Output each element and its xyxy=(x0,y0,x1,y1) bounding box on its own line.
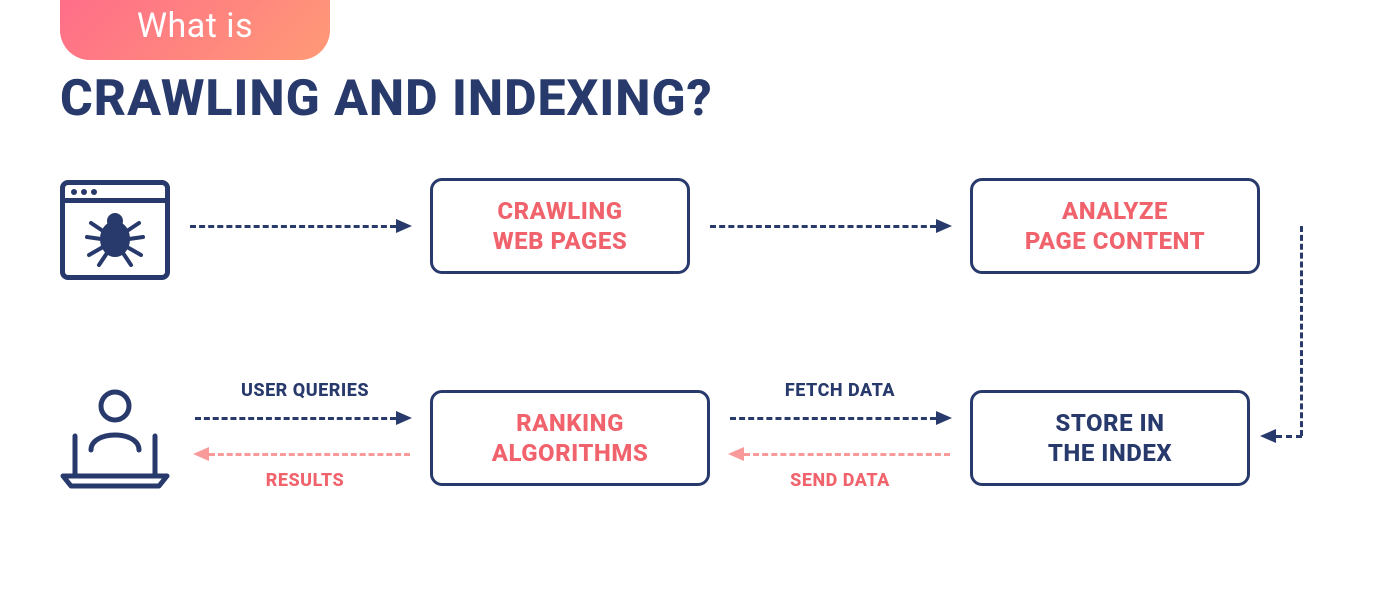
spider-browser-icon xyxy=(60,180,170,280)
node-ranking-line1: RANKING xyxy=(516,408,624,438)
node-crawling-line2: WEB PAGES xyxy=(493,226,628,256)
user-laptop-icon xyxy=(55,380,175,490)
label-send-data: SEND DATA xyxy=(740,470,940,491)
node-store-line2: THE INDEX xyxy=(1048,438,1172,468)
node-analyze-line2: PAGE CONTENT xyxy=(1025,226,1205,256)
label-results: RESULTS xyxy=(205,470,405,491)
node-crawling-web-pages: CRAWLING WEB PAGES xyxy=(430,178,690,274)
label-user-queries: USER QUERIES xyxy=(205,380,405,401)
node-ranking-algorithms: RANKING ALGORITHMS xyxy=(430,390,710,486)
node-ranking-line2: ALGORITHMS xyxy=(492,438,649,468)
connector-analyze-down xyxy=(1300,226,1303,436)
node-analyze-line1: ANALYZE xyxy=(1062,196,1168,226)
page-title: CRAWLING AND INDEXING? xyxy=(60,70,713,128)
badge-what-is: What is xyxy=(60,0,330,60)
node-crawling-line1: CRAWLING xyxy=(497,196,622,226)
node-store-line1: STORE IN xyxy=(1055,408,1164,438)
label-fetch-data: FETCH DATA xyxy=(740,380,940,401)
node-store-in-index: STORE IN THE INDEX xyxy=(970,390,1250,486)
node-analyze-page-content: ANALYZE PAGE CONTENT xyxy=(970,178,1260,274)
